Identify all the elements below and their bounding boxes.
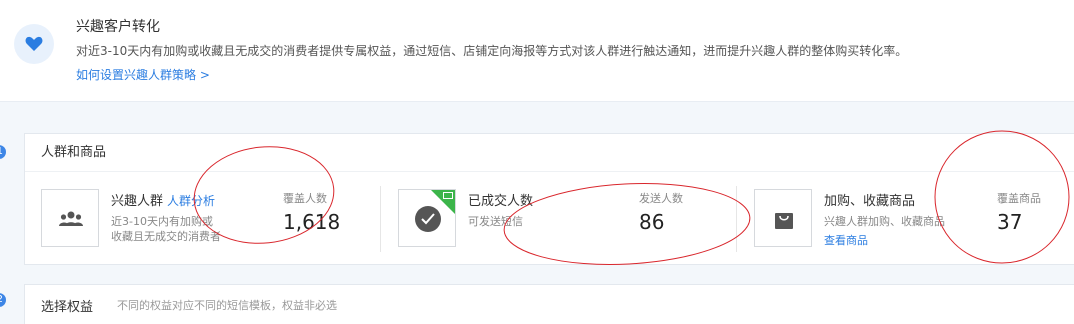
heart-icon (14, 24, 54, 64)
section-title: 人群和商品 (25, 134, 1074, 172)
goods-desc: 兴趣人群加购、收藏商品 (824, 215, 945, 228)
deal-title: 已成交人数 (468, 194, 534, 209)
help-link[interactable]: 如何设置兴趣人群策略 > (76, 66, 210, 83)
covered-people-value: 1,618 (283, 210, 341, 234)
people-icon (58, 206, 84, 232)
goods-title: 加购、收藏商品 (824, 194, 916, 209)
divider (380, 186, 381, 252)
view-goods-link[interactable]: 查看商品 (824, 232, 868, 248)
covered-goods-label: 覆盖商品 (997, 192, 1041, 205)
shopping-bag-icon (771, 206, 797, 232)
send-count-label: 发送人数 (639, 192, 683, 205)
audience-icon-box (41, 189, 99, 247)
goods-icon-box (754, 189, 812, 247)
deal-icon-box (398, 189, 456, 247)
section-subtitle: 不同的权益对应不同的短信模板，权益非必选 (117, 299, 337, 312)
section-title: 选择权益 (41, 300, 94, 315)
covered-goods-value: 37 (997, 210, 1023, 234)
deal-desc: 可发送短信 (468, 215, 523, 228)
step-badge-2: 2 (0, 293, 6, 307)
mail-icon (443, 192, 453, 199)
audience-desc: 近3-10天内有加购或 收藏且无成交的消费者 (111, 214, 221, 244)
send-count-value: 86 (639, 210, 665, 234)
step-badge-1: 1 (0, 145, 6, 159)
audience-goods-card: 人群和商品 兴趣人群 人群分析 近3-10天内有加购或 收藏且无成交的消费者 覆盖… (24, 133, 1074, 265)
audience-desc-line: 收藏且无成交的消费者 (111, 230, 221, 243)
intro-panel: 兴趣客户转化 对近3-10天内有加购或收藏且无成交的消费者提供专属权益，通过短信… (0, 0, 1074, 102)
audience-title-text: 兴趣人群 (111, 194, 164, 209)
divider (736, 186, 737, 252)
audience-desc-line: 近3-10天内有加购或 (111, 215, 213, 228)
audience-analysis-link[interactable]: 人群分析 (167, 194, 215, 208)
covered-people-label: 覆盖人数 (283, 192, 327, 205)
page-description: 对近3-10天内有加购或收藏且无成交的消费者提供专属权益，通过短信、店铺定向海报… (76, 44, 908, 58)
benefits-card: 选择权益 不同的权益对应不同的短信模板，权益非必选 (24, 284, 1074, 324)
page-title: 兴趣客户转化 (76, 19, 160, 35)
audience-title: 兴趣人群 人群分析 (111, 190, 215, 209)
